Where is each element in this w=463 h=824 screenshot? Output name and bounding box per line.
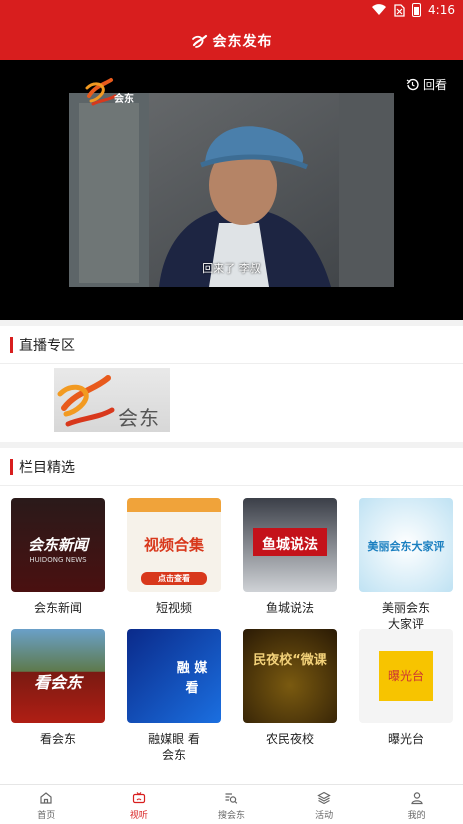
replay-icon (406, 78, 419, 91)
thumb-subtitle: HUIDONG NEWS (29, 556, 87, 564)
thumb-title: 视频合集 (143, 536, 204, 554)
thumb-title: 融 媒 看 (176, 661, 208, 696)
video-still-image (69, 93, 394, 287)
app-logo-icon (191, 34, 207, 48)
column-thumbnail: 鱼城说法 (243, 498, 337, 592)
channel-logo-text: 会东 (114, 94, 134, 105)
replay-label: 回看 (422, 78, 447, 92)
column-item-watch-huidong[interactable]: 看会东 看会东 (11, 629, 105, 747)
tab-mine[interactable]: 我的 (370, 785, 463, 824)
tab-label: 视听 (129, 811, 148, 821)
thumb-subtitle: 点击查看 (141, 572, 207, 585)
column-item-media-eye[interactable]: 融 媒 看 融媒眼 看 会东 (127, 629, 221, 763)
column-caption: 会东新闻 (33, 601, 82, 615)
wifi-icon (372, 4, 387, 16)
status-time: 4:16 (428, 3, 455, 17)
thumb-top-band (127, 498, 221, 512)
column-thumbnail: 融 媒 看 (127, 629, 221, 723)
layers-icon (317, 791, 331, 805)
home-icon (40, 792, 52, 804)
tv-icon (132, 792, 145, 804)
column-item-exposure[interactable]: 曝光台 曝光台 (359, 629, 453, 747)
live-channel-card[interactable]: 会东 (54, 368, 170, 432)
tab-audiovisual[interactable]: 视听 (93, 785, 186, 824)
column-item-yucheng-law[interactable]: 鱼城说法 鱼城说法 (243, 498, 337, 616)
column-item-short-video[interactable]: 视频合集 点击查看 短视频 (127, 498, 221, 616)
thumb-title: 美丽会东大家评 (367, 540, 445, 553)
column-thumbnail: 曝光台 (359, 629, 453, 723)
status-bar: 4:16 (0, 0, 463, 22)
app-header: 会东发布 (0, 22, 463, 60)
columns-section-title: 栏目精选 (19, 459, 75, 476)
column-caption: 农民夜校 (265, 732, 314, 746)
column-caption: 看会东 (39, 732, 76, 746)
tab-activities[interactable]: 活动 (278, 785, 371, 824)
video-player[interactable]: 会东 回看 回来了 李叔 (0, 60, 463, 320)
user-icon (410, 792, 423, 805)
thumb-title: 会东新闻 (27, 536, 88, 554)
live-section-header: 直播专区 (0, 326, 463, 364)
columns-section-header: 栏目精选 (0, 448, 463, 486)
column-caption: 曝光台 (387, 732, 424, 746)
section-accent-bar (10, 458, 13, 475)
column-thumbnail: 视频合集 点击查看 (127, 498, 221, 592)
live-section-title: 直播专区 (19, 337, 75, 354)
column-caption: 融媒眼 看 会东 (148, 732, 200, 762)
thumb-title: 看会东 (33, 673, 82, 692)
sim-off-icon (394, 3, 405, 17)
tab-label: 我的 (407, 811, 426, 821)
column-item-huidong-news[interactable]: 会东新闻 HUIDONG NEWS 会东新闻 (11, 498, 105, 616)
battery-icon (412, 3, 422, 17)
column-thumbnail: 看会东 (11, 629, 105, 723)
huidong-logo-icon (57, 375, 115, 427)
tab-label: 搜会东 (217, 811, 245, 821)
column-thumbnail: 民夜校“微课 (243, 629, 337, 723)
video-frame (69, 93, 394, 287)
thumb-title: 鱼城说法 (262, 537, 318, 553)
live-channel-label: 会东 (118, 406, 160, 430)
app-title: 会东发布 (212, 34, 273, 50)
column-item-beautiful-huidong[interactable]: 美丽会东大家评 美丽会东 大家评 (359, 498, 453, 632)
thumb-title: 曝光台 (387, 669, 424, 683)
column-thumbnail: 会东新闻 HUIDONG NEWS (11, 498, 105, 592)
tab-home[interactable]: 首页 (0, 785, 93, 824)
search-list-icon (225, 793, 238, 804)
thumb-title: 民夜校“微课 (253, 653, 327, 668)
replay-button[interactable]: 回看 (406, 76, 447, 93)
column-item-farmer-school[interactable]: 民夜校“微课 农民夜校 (243, 629, 337, 747)
tab-label: 首页 (37, 811, 56, 821)
bottom-tab-bar: 首页 视听 搜会东 活动 我的 (0, 784, 463, 824)
column-caption: 美丽会东 大家评 (381, 601, 430, 631)
tab-search-huidong[interactable]: 搜会东 (185, 785, 278, 824)
column-caption: 短视频 (155, 601, 192, 615)
column-caption: 鱼城说法 (265, 601, 314, 615)
video-subtitle: 回来了 李叔 (202, 262, 261, 275)
column-thumbnail: 美丽会东大家评 (359, 498, 453, 592)
tab-label: 活动 (315, 811, 334, 821)
section-accent-bar (10, 336, 13, 353)
